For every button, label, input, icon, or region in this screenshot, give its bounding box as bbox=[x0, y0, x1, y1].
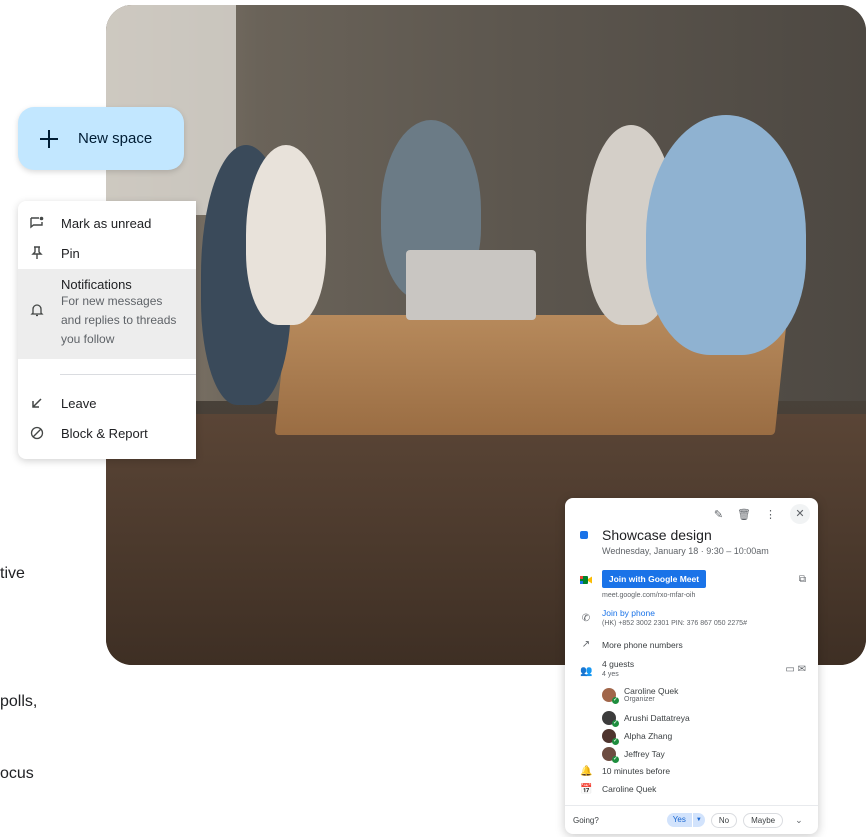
event-datetime: Wednesday, January 18 · 9:30 – 10:00am bbox=[602, 546, 769, 556]
event-title: Showcase design bbox=[602, 527, 712, 543]
rsvp-yes-button[interactable]: Yes bbox=[666, 813, 692, 827]
block-icon bbox=[28, 426, 46, 444]
phone-icon: ✆ bbox=[581, 613, 591, 624]
pencil-icon[interactable]: ✎ bbox=[714, 508, 723, 521]
guest-row[interactable]: ✓ Alpha Zhang bbox=[602, 729, 673, 745]
menu-item-leave[interactable]: Leave bbox=[18, 396, 196, 414]
menu-item-mark-unread[interactable]: Mark as unread bbox=[18, 216, 196, 234]
avatar: ✓ bbox=[602, 747, 619, 763]
guest-name: Caroline Quek bbox=[624, 686, 679, 696]
menu-item-pin[interactable]: Pin bbox=[18, 246, 196, 264]
avatar: ✓ bbox=[602, 711, 619, 727]
bell-icon bbox=[28, 303, 46, 321]
menu-label-pin: Pin bbox=[61, 246, 80, 261]
avatar: ✓ bbox=[602, 729, 619, 745]
guest-row[interactable]: ✓ Jeffrey Tay bbox=[602, 747, 665, 763]
space-context-menu: Mark as unread Pin Notifications For new… bbox=[18, 201, 196, 459]
guest-name: Alpha Zhang bbox=[624, 731, 673, 741]
rsvp-no-button[interactable]: No bbox=[710, 812, 738, 828]
menu-label-notifications: Notifications bbox=[61, 277, 132, 292]
calendar-icon: 📅 bbox=[580, 784, 593, 795]
new-space-button[interactable]: New space bbox=[18, 107, 184, 170]
chevron-down-icon[interactable]: ⌄ bbox=[795, 815, 803, 826]
more-vert-icon[interactable]: ⋮ bbox=[765, 508, 776, 521]
plus-icon bbox=[38, 128, 60, 150]
menu-label-leave: Leave bbox=[61, 396, 97, 411]
close-icon[interactable]: ✕ bbox=[790, 504, 810, 524]
menu-label-block-report: Block & Report bbox=[61, 426, 148, 441]
notifications-desc-1: For new messages bbox=[61, 294, 163, 308]
open-external-icon: ↗ bbox=[581, 639, 591, 650]
reminder-bell-icon: 🔔 bbox=[580, 766, 593, 777]
join-by-phone-link[interactable]: Join by phone bbox=[602, 608, 655, 618]
guest-row[interactable]: ✓ Caroline Quek Organizer bbox=[602, 686, 679, 704]
chat-unread-icon bbox=[28, 216, 46, 234]
going-label: Going? bbox=[573, 815, 599, 825]
more-phone-numbers-link[interactable]: More phone numbers bbox=[602, 640, 683, 650]
menu-divider bbox=[60, 374, 196, 375]
email-guests-icon[interactable]: ✉ bbox=[798, 664, 806, 675]
event-card: ✎ 🗑 ⋮ ✕ Showcase design Wednesday, Janua… bbox=[565, 498, 818, 834]
guests-yes-count: 4 yes bbox=[602, 671, 619, 678]
guest-name: Arushi Dattatreya bbox=[624, 713, 690, 723]
left-text-line-1: tive bbox=[0, 565, 25, 582]
chat-guests-icon[interactable]: ▭ bbox=[785, 664, 794, 675]
menu-label-mark-unread: Mark as unread bbox=[61, 216, 152, 231]
rsvp-maybe-button[interactable]: Maybe bbox=[743, 812, 784, 828]
guest-name: Jeffrey Tay bbox=[624, 749, 665, 759]
left-text-line-2: polls, bbox=[0, 693, 38, 710]
join-meet-button[interactable]: Join with Google Meet bbox=[602, 570, 706, 588]
meet-icon bbox=[580, 575, 592, 587]
phone-detail: (HK) +852 3002 2301 PIN: 376 867 050 227… bbox=[602, 620, 747, 627]
menu-item-block-report[interactable]: Block & Report bbox=[18, 426, 196, 444]
guests-icon: 👥 bbox=[580, 666, 593, 677]
new-space-label: New space bbox=[78, 130, 153, 147]
menu-item-notifications[interactable]: Notifications For new messages and repli… bbox=[18, 269, 196, 359]
trash-icon[interactable]: 🗑 bbox=[737, 508, 751, 521]
leave-arrow-icon bbox=[28, 396, 46, 414]
notifications-desc-3: you follow bbox=[61, 332, 115, 346]
notifications-desc-2: and replies to threads bbox=[61, 313, 177, 327]
copy-icon[interactable]: ⧉ bbox=[799, 574, 806, 585]
rsvp-footer: Going? Yes ▼ No Maybe ⌄ bbox=[565, 805, 818, 834]
rsvp-yes-dropdown-icon[interactable]: ▼ bbox=[692, 813, 705, 827]
pin-icon bbox=[28, 246, 46, 264]
guests-count: 4 guests bbox=[602, 659, 635, 669]
calendar-owner: Caroline Quek bbox=[602, 784, 657, 794]
meet-link[interactable]: meet.google.com/rxo-mfar-oih bbox=[602, 592, 695, 599]
guest-role: Organizer bbox=[624, 696, 655, 703]
event-color-indicator bbox=[580, 531, 588, 539]
avatar: ✓ bbox=[602, 687, 619, 704]
reminder-text: 10 minutes before bbox=[602, 766, 671, 776]
guest-row[interactable]: ✓ Arushi Dattatreya bbox=[602, 711, 690, 727]
left-text-line-3: ocus bbox=[0, 765, 34, 782]
